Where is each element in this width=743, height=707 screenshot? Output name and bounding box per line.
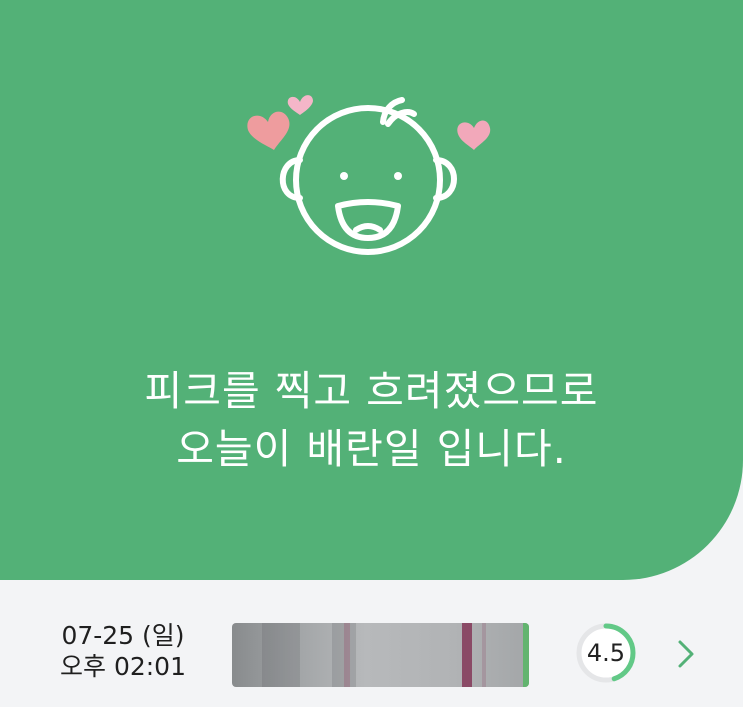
strip-shading [262, 623, 300, 687]
record-datetime: 07-25 (일) 오후 02:01 [38, 620, 208, 682]
test-line [462, 623, 472, 687]
result-banner: 피크를 찍고 흐려졌으므로 오늘이 배란일 입니다. [0, 0, 743, 580]
control-line-faint [344, 623, 350, 687]
baby-face-icon [279, 97, 457, 255]
record-time: 오후 02:01 [60, 652, 186, 681]
heart-left-icon [247, 111, 290, 150]
lh-score-gauge: 4.5 [575, 622, 637, 684]
heart-right-icon [457, 120, 491, 150]
test-line-faint [482, 623, 486, 687]
chevron-right-icon[interactable] [676, 638, 696, 670]
baby-illustration [247, 95, 491, 255]
record-date: 07-25 (일) [61, 621, 185, 650]
score-value: 4.5 [586, 639, 626, 667]
strip-edge [523, 623, 529, 687]
ovulation-message: 피크를 찍고 흐려졌으므로 오늘이 배란일 입니다. [0, 362, 743, 478]
test-record-row[interactable]: 07-25 (일) 오후 02:01 4.5 [0, 580, 743, 707]
message-line-2: 오늘이 배란일 입니다. [176, 425, 567, 473]
message-line-1: 피크를 찍고 흐려졌으므로 [144, 367, 599, 415]
heart-small-icon [287, 95, 313, 115]
test-strip-photo [232, 623, 529, 687]
